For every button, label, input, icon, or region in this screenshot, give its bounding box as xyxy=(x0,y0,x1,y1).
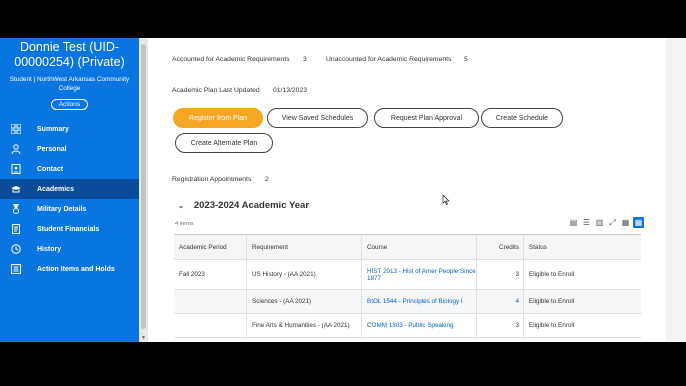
unaccounted-value: 5 xyxy=(464,56,468,63)
registration-label: Registration Appointments xyxy=(172,176,252,183)
sidebar-item-label: Academics xyxy=(37,185,74,193)
profile-subtitle: Student | NorthWest Arkansas Community C… xyxy=(9,76,130,92)
column-header[interactable]: Status xyxy=(524,235,641,259)
sidebar-nav: Summary Personal Contact Academics Milit… xyxy=(0,119,139,279)
sidebar-item-military-details[interactable]: Military Details xyxy=(0,199,139,219)
plan-updated-value: 01/13/2023 xyxy=(273,87,308,94)
grid-toolbar: ▤ ☰ ▥ ⤢ ▦ ▦ xyxy=(568,217,644,228)
status-cell: Eligible to Enroll xyxy=(529,271,575,278)
period-cell xyxy=(174,290,247,313)
profile-name: Donnie Test (UID-00000254) (Private) xyxy=(14,40,125,69)
accounted-value: 3 xyxy=(303,56,307,63)
academic-year-title: 2023-2024 Academic Year xyxy=(193,200,310,211)
document-icon xyxy=(10,224,21,235)
course-link[interactable]: COMM 1303 - Public Speaking xyxy=(362,314,477,337)
chart-icon[interactable]: ▥ xyxy=(594,217,605,228)
registration-value: 2 xyxy=(265,176,269,183)
credits-cell: 3 xyxy=(477,314,524,337)
sidebar-item-academics[interactable]: Academics xyxy=(0,179,139,199)
scrollbar-thumb[interactable] xyxy=(141,44,146,329)
academic-year-section[interactable]: ⌄ 2023-2024 Academic Year xyxy=(178,200,309,211)
requirement-cell: US History - (AA 2021) xyxy=(247,260,362,289)
person-icon xyxy=(10,144,21,155)
sidebar-item-label: Summary xyxy=(37,125,69,133)
unaccounted-label: Unaccounted for Academic Requirements xyxy=(326,56,452,63)
view-saved-schedules-button[interactable]: View Saved Schedules xyxy=(267,108,368,128)
status-cell: Eligible to Enroll xyxy=(529,322,575,329)
grid-view-icon[interactable]: ▦ xyxy=(633,217,644,228)
bars-icon xyxy=(10,264,21,275)
credits-cell: 3 xyxy=(477,260,524,289)
clock-icon xyxy=(10,244,21,255)
create-schedule-button[interactable]: Create Schedule xyxy=(481,108,563,128)
request-plan-approval-button[interactable]: Request Plan Approval xyxy=(374,108,479,128)
requirement-cell: Sciences - (AA 2021) xyxy=(247,290,362,313)
table-header-row: Academic Period Requirement Course Credi… xyxy=(174,235,641,260)
profile-header: Donnie Test (UID-00000254) (Private) Stu… xyxy=(0,38,139,111)
period-cell: Fall 2023 xyxy=(174,260,247,289)
sidebar-item-label: Personal xyxy=(37,145,67,153)
right-panel-strip xyxy=(666,38,686,342)
create-alternate-plan-button[interactable]: Create Alternate Plan xyxy=(175,133,273,153)
table-row: Fall 2023 US History - (AA 2021) HIST 20… xyxy=(174,260,641,290)
sidebar-item-personal[interactable]: Personal xyxy=(0,139,139,159)
sidebar-scrollbar[interactable]: ▼ xyxy=(139,38,148,342)
academic-cap-icon xyxy=(10,184,21,195)
sidebar: Donnie Test (UID-00000254) (Private) Stu… xyxy=(0,38,139,342)
column-header[interactable]: Requirement xyxy=(247,235,362,259)
actions-button[interactable]: Actions xyxy=(50,99,89,110)
status-cell: Eligible to Enroll xyxy=(529,298,575,305)
course-link[interactable]: BIOL 1544 - Principles of Biology I xyxy=(362,290,477,313)
column-header[interactable]: Credits xyxy=(477,235,524,259)
medal-icon xyxy=(10,204,21,215)
contact-card-icon xyxy=(10,164,21,175)
fullscreen-icon[interactable]: ⤢ xyxy=(607,217,618,228)
sidebar-item-contact[interactable]: Contact xyxy=(0,159,139,179)
scroll-down-icon[interactable]: ▼ xyxy=(141,335,146,341)
requirements-table: Academic Period Requirement Course Credi… xyxy=(174,234,641,338)
mouse-cursor-icon xyxy=(442,195,450,205)
sidebar-item-label: Contact xyxy=(37,165,64,173)
requirement-cell: Fine Arts & Humanities - (AA 2021) xyxy=(247,314,362,337)
sidebar-item-action-items-and-holds[interactable]: Action Items and Holds xyxy=(0,259,139,279)
credits-value: 4 xyxy=(515,298,519,305)
sidebar-item-label: Student Financials xyxy=(37,225,100,233)
chevron-down-icon[interactable]: ⌄ xyxy=(178,202,184,210)
table-view-icon[interactable]: ▦ xyxy=(620,217,631,228)
items-count: 4 items xyxy=(175,221,194,227)
table-row: Sciences - (AA 2021) BIOL 1544 - Princip… xyxy=(174,290,641,314)
register-from-plan-button[interactable]: Register from Plan xyxy=(173,108,263,128)
accounted-label: Accounted for Academic Requirements xyxy=(172,56,290,63)
app-frame: Donnie Test (UID-00000254) (Private) Stu… xyxy=(0,38,686,342)
course-link[interactable]: HIST 2013 - Hist of Amer People Since 18… xyxy=(362,260,477,289)
column-header[interactable]: Course xyxy=(362,235,477,259)
sidebar-item-student-financials[interactable]: Student Financials xyxy=(0,219,139,239)
period-cell xyxy=(174,314,247,337)
sidebar-item-label: Military Details xyxy=(37,205,87,213)
column-header[interactable]: Academic Period xyxy=(174,235,247,259)
credits-cell: 4 xyxy=(477,290,524,313)
sidebar-item-label: History xyxy=(37,245,62,253)
plan-updated-label: Academic Plan Last Updated xyxy=(172,87,260,94)
main-content: Accounted for Academic Requirements 3 Un… xyxy=(160,38,666,342)
export-excel-icon[interactable]: ▤ xyxy=(568,217,579,228)
sidebar-item-history[interactable]: History xyxy=(0,239,139,259)
grid-icon xyxy=(10,124,21,135)
table-row: Fine Arts & Humanities - (AA 2021) COMM … xyxy=(174,314,641,338)
filter-icon[interactable]: ☰ xyxy=(581,217,592,228)
sidebar-item-label: Action Items and Holds xyxy=(37,265,115,273)
sidebar-item-summary[interactable]: Summary xyxy=(0,119,139,139)
